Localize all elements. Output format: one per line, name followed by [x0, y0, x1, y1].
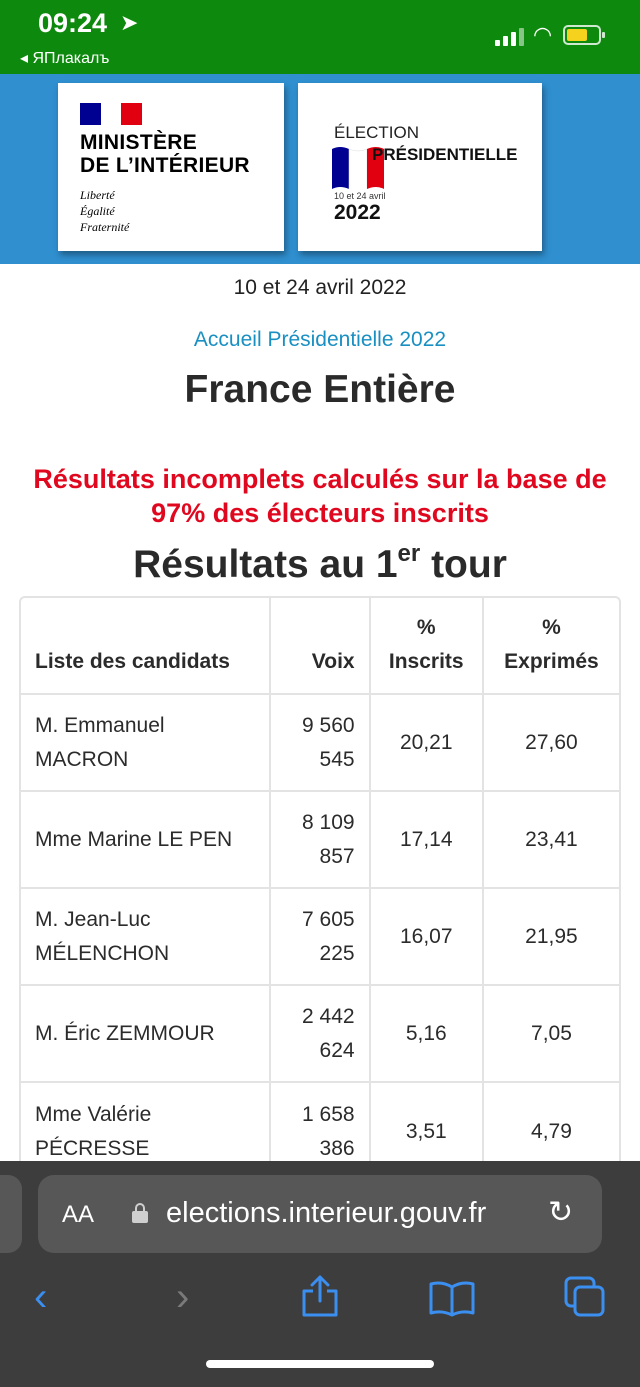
candidate-name: M. Jean-Luc MÉLENCHON	[21, 889, 272, 984]
candidate-pct-cast: 27,60	[525, 730, 578, 754]
election-label: ÉLECTION	[334, 123, 420, 142]
ministry-name: MINISTÈRE DE L’INTÉRIEUR	[80, 131, 250, 177]
table-row: M. Emmanuel MACRON 9 560 545 20,21 27,60	[21, 695, 619, 792]
clock: 09:24	[38, 8, 108, 38]
round-heading-sup: er	[397, 540, 421, 567]
candidate-pct-registered: 16,07	[371, 889, 484, 984]
motto-liberte: Liberté	[80, 188, 115, 202]
home-indicator[interactable]	[206, 1360, 434, 1368]
table-row: Mme Marine LE PEN 8 109 857 17,14 23,41	[21, 792, 619, 889]
url-text[interactable]: elections.interieur.gouv.fr	[166, 1197, 486, 1230]
back-icon[interactable]: ‹	[34, 1277, 47, 1317]
table-row: M. Jean-Luc MÉLENCHON 7 605 225 16,07 21…	[21, 889, 619, 986]
back-to-app-link[interactable]: ◂ ЯПлакалъ	[20, 48, 109, 68]
ministry-logo-card[interactable]: MINISTÈRE DE L’INTÉRIEUR Liberté Égalité…	[58, 83, 284, 251]
candidate-votes: 9 560 545	[271, 695, 371, 790]
candidate-votes: 2 442 624	[271, 986, 371, 1081]
header-pct-cast: % Exprimés	[484, 598, 619, 693]
candidate-votes: 8 109 857	[271, 792, 371, 887]
reader-aa-label: AA	[62, 1201, 95, 1228]
bookmarks-icon[interactable]	[428, 1279, 476, 1317]
previous-tab-edge[interactable]	[0, 1175, 22, 1253]
election-dates: 10 et 24 avril 2022	[233, 276, 407, 299]
table-row: M. Éric ZEMMOUR 2 442 624 5,16 7,05	[21, 986, 619, 1083]
header-pct-registered-label: Inscrits	[388, 650, 464, 673]
candidate-name: M. Emmanuel MACRON	[21, 695, 272, 790]
election-type: PRÉSIDENTIELLE	[372, 145, 518, 164]
candidate-votes: 7 605 225	[271, 889, 371, 984]
candidate-pct-cast: 21,95	[525, 924, 578, 948]
header-pct-registered-symbol: %	[416, 616, 436, 639]
header-pct-cast-symbol: %	[542, 616, 561, 639]
candidate-pct-registered: 5,16	[371, 986, 484, 1081]
header-pct-cast-label: Exprimés	[504, 650, 599, 673]
round-heading-prefix: Résultats au 1	[133, 543, 398, 586]
results-table: Liste des candidats Voix % Inscrits % Expr…	[19, 596, 621, 1182]
table-header-row: Liste des candidats Voix % Inscrits % Expr…	[21, 598, 619, 695]
status-bar: 09:24 ➤ ◂ ЯПлакалъ ◠	[0, 0, 640, 74]
reload-icon[interactable]: ↻	[548, 1195, 573, 1230]
ministry-name-line2: DE L’INTÉRIEUR	[80, 154, 250, 177]
election-dates-small: 10 et 24 avril	[334, 191, 386, 201]
candidate-pct-registered: 17,14	[371, 792, 484, 887]
presidential-home-link[interactable]: Accueil Présidentielle 2022	[0, 328, 640, 352]
header-candidates: Liste des candidats	[21, 598, 272, 693]
cellular-signal-icon	[495, 26, 525, 46]
share-icon[interactable]	[300, 1273, 340, 1319]
location-arrow-icon: ➤	[120, 10, 139, 35]
header-votes: Voix	[271, 598, 371, 693]
motto-fraternite: Fraternité	[80, 220, 130, 234]
wifi-icon: ◠	[533, 22, 553, 47]
republic-motto: Liberté Égalité Fraternité	[80, 187, 129, 235]
header-pct-registered: % Inscrits	[371, 598, 484, 693]
address-bar[interactable]: AA elections.interieur.gouv.fr ↻	[38, 1175, 602, 1253]
motto-egalite: Égalité	[80, 204, 115, 218]
candidate-pct-registered: 20,21	[371, 695, 484, 790]
election-year: 2022	[334, 201, 381, 224]
browser-toolbar: AA elections.interieur.gouv.fr ↻ ‹ ›	[0, 1161, 640, 1387]
site-header-banner: MINISTÈRE DE L’INTÉRIEUR Liberté Égalité…	[0, 74, 640, 264]
reader-aa-button[interactable]: AA	[62, 1201, 94, 1229]
election-logo-card[interactable]: ÉLECTION PRÉSIDENTIELLE 10 et 24 avril 2…	[298, 83, 542, 251]
marianne-flag-icon	[80, 103, 143, 125]
round-heading-suffix: tour	[420, 543, 507, 586]
ministry-name-line1: MINISTÈRE	[80, 131, 198, 154]
incomplete-results-warning: Résultats incomplets calculés sur la bas…	[33, 464, 607, 528]
tabs-icon[interactable]	[563, 1275, 607, 1319]
candidate-name: M. Éric ZEMMOUR	[21, 986, 272, 1081]
candidate-name: Mme Marine LE PEN	[21, 792, 272, 887]
lock-icon	[132, 1203, 148, 1223]
round-heading: Résultats au 1er tour	[0, 540, 640, 587]
battery-icon	[563, 25, 605, 45]
candidate-pct-cast: 7,05	[531, 1021, 572, 1045]
candidate-pct-cast: 23,41	[525, 827, 578, 851]
forward-icon[interactable]: ›	[176, 1277, 189, 1317]
page-title: France Entière	[184, 368, 456, 411]
